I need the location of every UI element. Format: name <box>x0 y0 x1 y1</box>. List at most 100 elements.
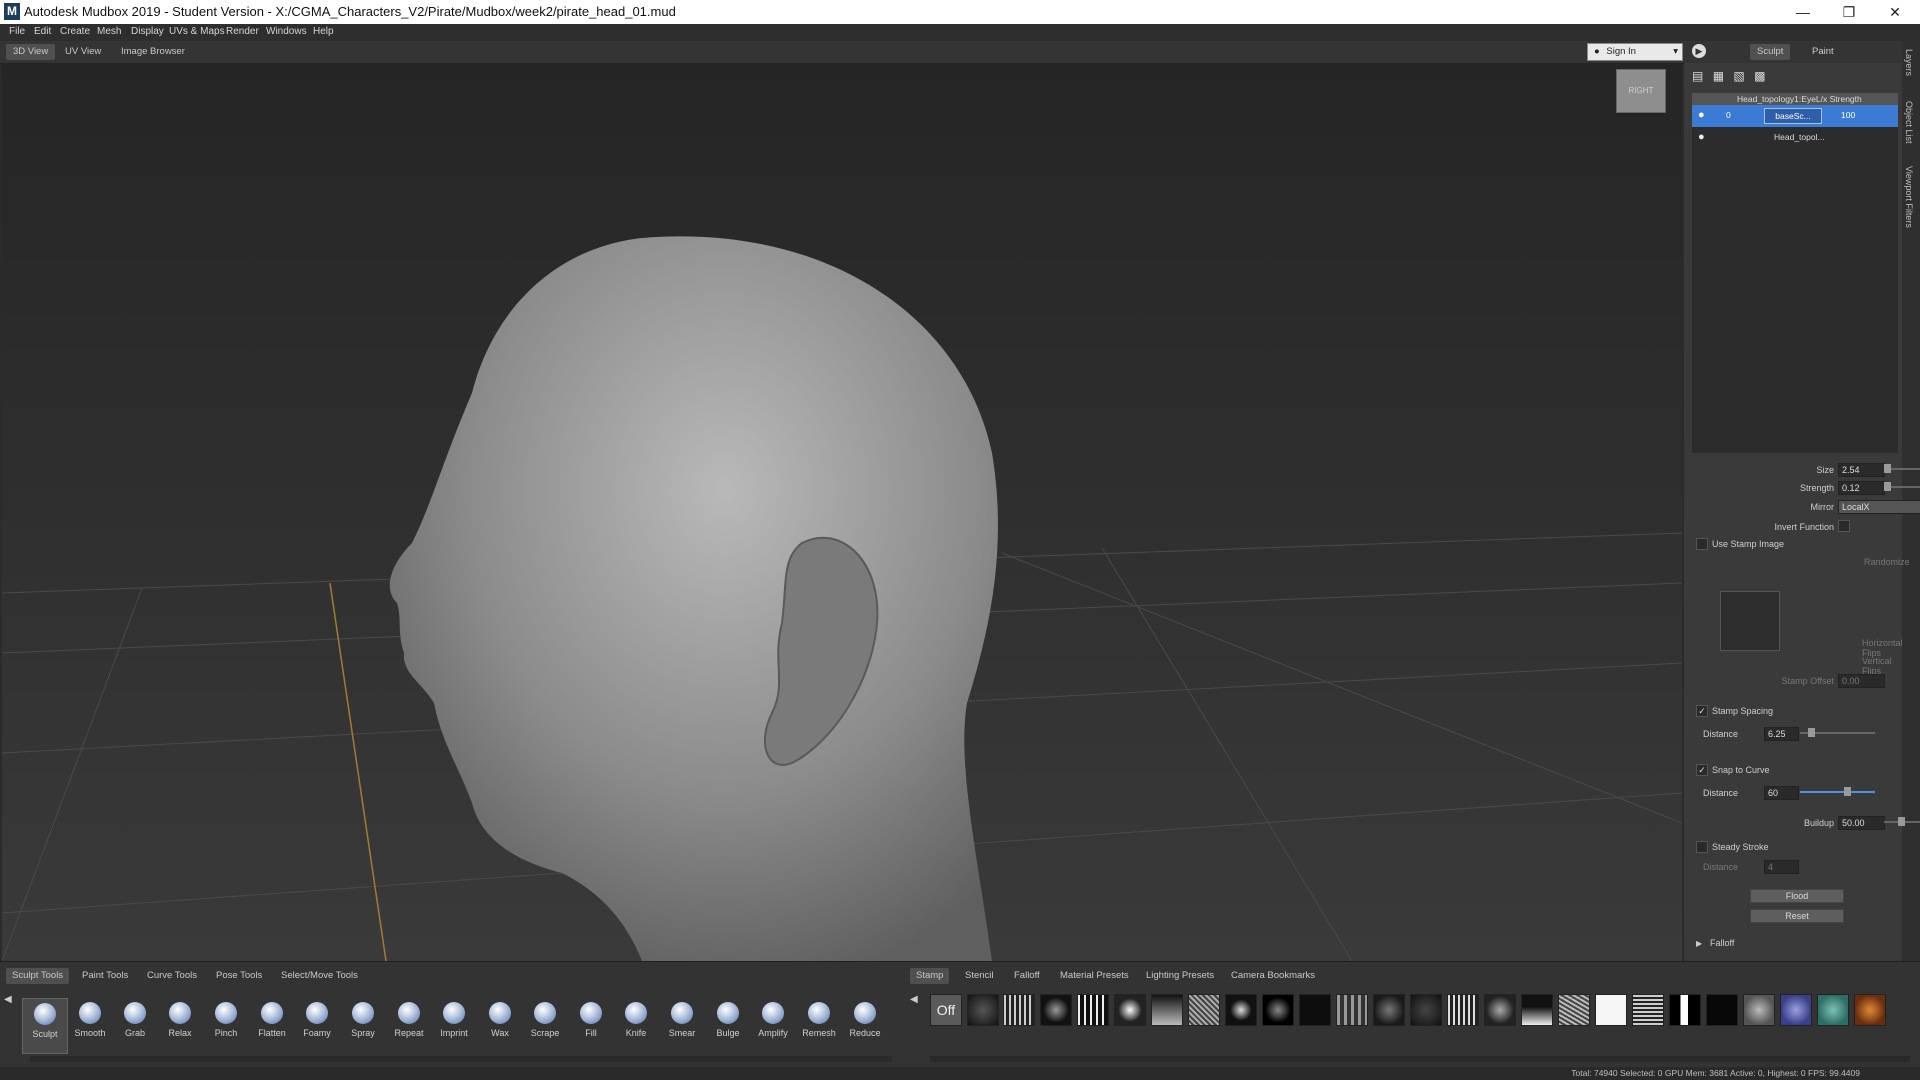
tab-camera-bookmarks[interactable]: Camera Bookmarks <box>1225 968 1321 984</box>
stamp-thumbnail[interactable] <box>1558 994 1590 1026</box>
tool-spray[interactable]: Spray <box>341 998 385 1052</box>
steady-stroke-checkbox[interactable] <box>1696 841 1708 853</box>
tab-select-move-tools[interactable]: Select/Move Tools <box>275 968 364 984</box>
stamp-thumbnail[interactable] <box>1188 994 1220 1026</box>
stamp-thumbnail[interactable] <box>1632 994 1664 1026</box>
stamps-scrollbar[interactable] <box>930 1056 1910 1062</box>
tab-lighting-presets[interactable]: Lighting Presets <box>1140 968 1220 984</box>
tool-remesh[interactable]: Remesh <box>797 998 841 1052</box>
stamp-thumbnail[interactable] <box>1114 994 1146 1026</box>
stamp-thumbnail[interactable] <box>1780 994 1812 1026</box>
scroll-left-icon[interactable]: ◀ <box>910 994 918 1005</box>
stamp-thumbnail[interactable] <box>1336 994 1368 1026</box>
tool-wax[interactable]: Wax <box>478 998 522 1052</box>
tab-paint-mode[interactable]: Paint <box>1805 44 1841 60</box>
tab-curve-tools[interactable]: Curve Tools <box>141 968 203 984</box>
stamp-thumbnail[interactable] <box>1225 994 1257 1026</box>
stamp-thumbnail[interactable] <box>1077 994 1109 1026</box>
menu-edit[interactable]: Edit <box>34 26 51 37</box>
layer-name[interactable]: baseSc... <box>1764 108 1822 124</box>
tab-sculpt-mode[interactable]: Sculpt <box>1750 44 1791 60</box>
layer-row[interactable]: ● Head_topol... <box>1692 127 1898 149</box>
side-tab-object-list[interactable]: Object List <box>1904 101 1914 144</box>
new-layer-icon[interactable]: ▤ <box>1692 69 1703 83</box>
side-tab-viewport-filters[interactable]: Viewport Filters <box>1904 166 1914 228</box>
tab-pose-tools[interactable]: Pose Tools <box>210 968 268 984</box>
stamp-thumbnail[interactable] <box>1151 994 1183 1026</box>
stamp-thumbnail[interactable] <box>1447 994 1479 1026</box>
stamp-thumbnail[interactable] <box>1595 994 1627 1026</box>
stamp-thumbnail[interactable] <box>1410 994 1442 1026</box>
menu-uvs-maps[interactable]: UVs & Maps <box>169 26 225 37</box>
view-cube[interactable]: RIGHT <box>1616 69 1666 113</box>
stamp-thumbnail[interactable] <box>1706 994 1738 1026</box>
stamp-thumbnail[interactable] <box>1373 994 1405 1026</box>
tab-3d-view[interactable]: 3D View <box>6 44 56 60</box>
tool-imprint[interactable]: Imprint <box>432 998 476 1052</box>
tab-sculpt-tools[interactable]: Sculpt Tools <box>6 968 70 984</box>
buildup-slider[interactable] <box>1884 817 1920 826</box>
sign-in-dropdown[interactable]: ● Sign In ▾ <box>1587 43 1683 61</box>
tool-pinch[interactable]: Pinch <box>204 998 248 1052</box>
tab-uv-view[interactable]: UV View <box>58 44 108 60</box>
tool-scrape[interactable]: Scrape <box>523 998 567 1052</box>
tool-reduce[interactable]: Reduce <box>843 998 887 1052</box>
tool-repeat[interactable]: Repeat <box>387 998 431 1052</box>
menu-windows[interactable]: Windows <box>266 26 307 37</box>
stamp-thumbnail[interactable] <box>967 994 999 1026</box>
spacing-distance-field[interactable]: 6.25 <box>1764 727 1799 741</box>
tool-knife[interactable]: Knife <box>614 998 658 1052</box>
mirror-select[interactable]: LocalX <box>1838 500 1920 514</box>
folder-icon[interactable]: ▦ <box>1713 69 1724 83</box>
visibility-dot-icon[interactable]: ● <box>1698 109 1705 121</box>
stamp-thumbnail[interactable] <box>1484 994 1516 1026</box>
minimize-icon[interactable]: — <box>1780 0 1826 24</box>
stamp-image-preview[interactable] <box>1720 591 1780 651</box>
settings-icon[interactable]: ▩ <box>1754 69 1765 83</box>
stamp-thumbnail[interactable] <box>1040 994 1072 1026</box>
tool-grab[interactable]: Grab <box>113 998 157 1052</box>
stamp-thumbnail[interactable] <box>1743 994 1775 1026</box>
menu-mesh[interactable]: Mesh <box>97 26 121 37</box>
play-icon[interactable]: ▶ <box>1692 44 1706 58</box>
tool-foamy[interactable]: Foamy <box>295 998 339 1052</box>
snap-to-curve-checkbox[interactable]: ✓ <box>1696 764 1708 776</box>
tab-paint-tools[interactable]: Paint Tools <box>76 968 134 984</box>
menu-create[interactable]: Create <box>60 26 90 37</box>
tool-bulge[interactable]: Bulge <box>706 998 750 1052</box>
stamp-offset-field[interactable]: 0.00 <box>1838 674 1885 688</box>
delete-icon[interactable]: ▧ <box>1733 69 1744 83</box>
stamp-thumbnail[interactable] <box>1669 994 1701 1026</box>
scroll-left-icon[interactable]: ◀ <box>4 994 12 1005</box>
snap-distance-field[interactable]: 60 <box>1764 786 1799 800</box>
tool-relax[interactable]: Relax <box>158 998 202 1052</box>
stamp-thumbnail[interactable] <box>1262 994 1294 1026</box>
stamp-thumbnail[interactable] <box>1854 994 1886 1026</box>
tool-smear[interactable]: Smear <box>660 998 704 1052</box>
tab-stencil[interactable]: Stencil <box>959 968 1000 984</box>
tool-smooth[interactable]: Smooth <box>68 998 112 1052</box>
menu-display[interactable]: Display <box>131 26 164 37</box>
3d-viewport[interactable]: RIGHT <box>2 63 1682 961</box>
tool-amplify[interactable]: Amplify <box>751 998 795 1052</box>
restore-icon[interactable]: ❐ <box>1826 0 1872 24</box>
menu-render[interactable]: Render <box>226 26 259 37</box>
layer-row-selected[interactable]: ● 0 baseSc... 100 <box>1692 105 1898 127</box>
strength-field[interactable]: 0.12 <box>1838 481 1885 495</box>
menu-help[interactable]: Help <box>313 26 334 37</box>
steady-distance-field[interactable]: 4 <box>1764 860 1799 874</box>
tab-material-presets[interactable]: Material Presets <box>1054 968 1135 984</box>
stamp-thumbnail[interactable] <box>1521 994 1553 1026</box>
snap-distance-slider[interactable] <box>1800 787 1875 796</box>
invert-function-checkbox[interactable] <box>1838 520 1850 532</box>
tool-fill[interactable]: Fill <box>569 998 613 1052</box>
close-icon[interactable]: ✕ <box>1872 0 1918 24</box>
stamp-thumbnail[interactable] <box>1817 994 1849 1026</box>
use-stamp-checkbox[interactable] <box>1696 538 1708 550</box>
stamp-thumbnail[interactable] <box>1299 994 1331 1026</box>
strength-slider[interactable] <box>1884 482 1920 491</box>
tab-stamp[interactable]: Stamp <box>910 968 950 984</box>
menu-file[interactable]: File <box>9 26 25 37</box>
reset-button[interactable]: Reset <box>1750 909 1844 923</box>
tool-sculpt[interactable]: Sculpt <box>22 998 68 1054</box>
